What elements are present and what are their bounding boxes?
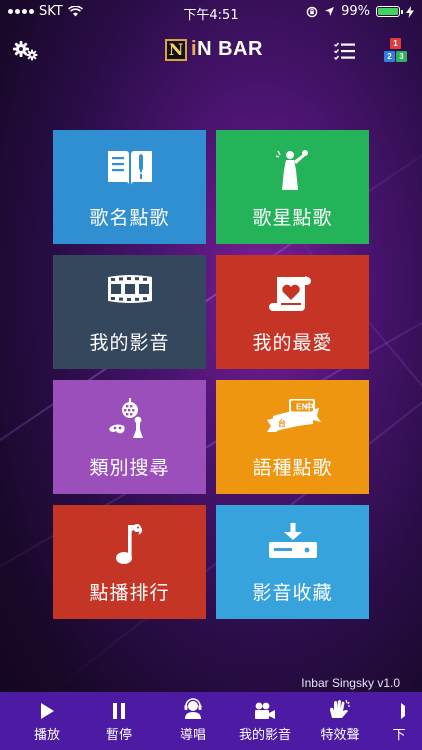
tile-my-favorites[interactable]: 我的最愛 (216, 255, 369, 369)
tab-label: 播放 (33, 728, 60, 743)
location-arrow-icon (325, 7, 335, 16)
tab-label: 下 (392, 728, 406, 743)
number-blocks-icon[interactable]: 1 2 3 (384, 38, 408, 64)
music-note-icon (115, 524, 142, 564)
play-icon (41, 703, 54, 719)
tile-label: 歌名點歌 (89, 207, 170, 229)
video-camera-icon (255, 702, 275, 719)
tile-label: 歌星點歌 (252, 207, 333, 229)
charging-bolt-icon (406, 5, 414, 18)
gear-icon (13, 41, 38, 61)
battery-percent: 99% (341, 4, 370, 19)
bottom-toolbar: 播放 暫停 導唱 我的影音 特效聲 下 (0, 692, 422, 750)
tab-label: 暫停 (105, 728, 132, 743)
settings-button[interactable] (10, 36, 42, 66)
clap-icon (330, 699, 350, 718)
app-header: N iN BAR 1 2 3 (0, 34, 422, 68)
tile-label: 語種點歌 (252, 457, 333, 479)
tile-label: 影音收藏 (252, 582, 333, 604)
tile-song-title-search[interactable]: 歌名點歌 (53, 130, 206, 244)
pause-button[interactable]: 暫停 (84, 692, 154, 750)
next-icon (401, 703, 405, 719)
logo-text: iN BAR (191, 38, 263, 60)
tab-label: 特效聲 (320, 728, 360, 743)
tile-language-search[interactable]: EN 中 台 語種點歌 (216, 380, 369, 494)
battery-icon (376, 6, 403, 17)
logo-badge: N (165, 38, 187, 61)
tile-singer-search[interactable]: 歌星點歌 (216, 130, 369, 244)
disco-mask-icon (108, 398, 143, 438)
tile-label: 我的影音 (89, 332, 170, 354)
lang-badge-tw: 台 (278, 418, 286, 428)
tab-label: 導唱 (179, 728, 206, 743)
tab-label: 我的影音 (238, 728, 291, 743)
play-button[interactable]: 播放 (12, 692, 82, 750)
rotation-lock-icon (306, 6, 318, 17)
menu-grid: 歌名點歌 歌星點歌 我的影音 我的最愛 類別搜尋 EN 中 台 語種點歌 點播排… (53, 130, 369, 620)
heart-scroll-icon (268, 276, 311, 311)
tile-media-collection[interactable]: 影音收藏 (216, 505, 369, 619)
sound-effects-tab[interactable]: 特效聲 (305, 692, 375, 750)
tile-label: 我的最愛 (252, 332, 333, 354)
lang-badge-zh: 中 (305, 402, 314, 413)
guide-vocal-button[interactable]: 導唱 (158, 692, 228, 750)
language-ribbon-icon: EN 中 台 (266, 399, 321, 432)
songbook-icon (107, 151, 152, 185)
my-videos-tab[interactable]: 我的影音 (230, 692, 300, 750)
tile-my-videos[interactable]: 我的影音 (53, 255, 206, 369)
next-tab[interactable]: 下 (376, 692, 422, 750)
version-label: Inbar Singsky v1.0 (301, 676, 400, 690)
tile-label: 點播排行 (89, 582, 170, 604)
guide-singer-icon (184, 698, 202, 719)
status-bar: SKT 下午4:51 99% (0, 0, 422, 23)
list-button[interactable] (332, 38, 358, 64)
tile-label: 類別搜尋 (89, 457, 170, 479)
tile-ranking[interactable]: 點播排行 (53, 505, 206, 619)
pause-icon (113, 703, 125, 719)
download-box-icon (268, 523, 317, 558)
list-icon (334, 42, 355, 60)
film-strip-icon (107, 275, 152, 303)
app-logo: N iN BAR (165, 38, 263, 61)
singer-icon (275, 150, 308, 190)
tile-category-search[interactable]: 類別搜尋 (53, 380, 206, 494)
